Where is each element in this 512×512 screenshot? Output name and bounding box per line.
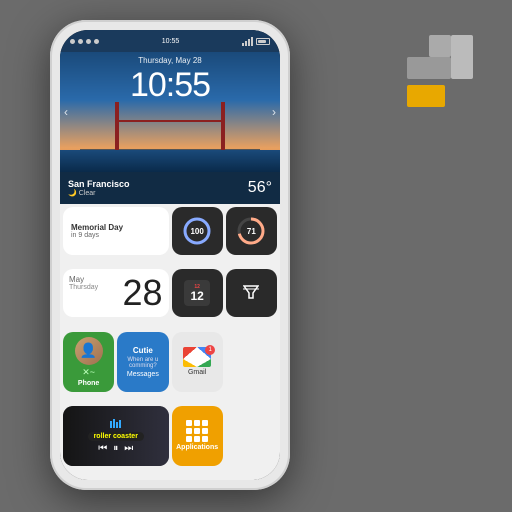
widget-calendar-mini[interactable]: 12 12 (172, 269, 223, 317)
moon-icon: 🌙 (68, 189, 77, 197)
widget-phone[interactable]: 👤 ✕~ Phone (63, 332, 114, 392)
messages-contact-name: Cutie (133, 346, 153, 355)
signal-bar-1 (242, 43, 244, 46)
phone-widget-label: Phone (78, 380, 99, 387)
gmail-widget-label: Gmail (188, 369, 206, 376)
signal-bar-3 (248, 39, 250, 46)
apps-grid-icon (186, 420, 208, 442)
widget-applications[interactable]: Applications (172, 406, 223, 466)
status-icons-right (242, 37, 270, 46)
nav-arrow-left[interactable]: ‹ (64, 105, 68, 119)
logo-block-3 (407, 57, 451, 79)
app-logo (387, 35, 477, 125)
missed-call-icon: ✕~ (82, 367, 95, 378)
apps-dot-3 (202, 420, 208, 426)
applications-label: Applications (176, 444, 218, 451)
bridge-tower-left (115, 102, 119, 152)
signal-bar-4 (251, 37, 253, 46)
pause-button[interactable]: ⏸ (113, 443, 118, 454)
calendar-mini-widget: 12 12 (184, 280, 210, 306)
bridge-cable (115, 120, 225, 122)
weather-temperature: 56° (248, 179, 272, 197)
ring-100-circle: 100 (182, 216, 212, 246)
apps-dot-8 (194, 436, 200, 442)
apps-dot-6 (202, 428, 208, 434)
hero-image: Thursday, May 28 10:55 ‹ › (60, 52, 280, 172)
signal-bar-2 (245, 41, 247, 46)
status-dot-1 (70, 39, 75, 44)
funnel-icon (243, 284, 259, 303)
logo-block-1 (429, 35, 451, 57)
widget-grid: Memorial Day in 9 days 100 (60, 204, 280, 480)
widget-filter[interactable] (226, 269, 277, 317)
calendar-big-number: 28 (122, 275, 162, 311)
apps-dot-1 (186, 420, 192, 426)
widget-ring-100[interactable]: 100 (172, 207, 223, 255)
calendar-mini-day: 12 (190, 290, 203, 302)
gmail-icon-container: 1 (183, 347, 211, 367)
next-button[interactable]: ⏭ (124, 443, 133, 454)
calendar-month: May (69, 275, 98, 284)
nav-arrow-right[interactable]: › (272, 105, 276, 119)
music-controls: ⏮ ⏸ ⏭ (98, 443, 133, 454)
weather-location: San Francisco (68, 179, 130, 189)
hero-date: Thursday, May 28 (60, 56, 280, 65)
calendar-dow: Thursday (69, 284, 98, 291)
phone-contact-avatar: 👤 (75, 337, 103, 365)
ring-100-value: 100 (190, 227, 203, 236)
apps-dot-5 (194, 428, 200, 434)
status-dot-4 (94, 39, 99, 44)
weather-strip: San Francisco 🌙 Clear 56° (60, 172, 280, 204)
signal-bars (242, 37, 253, 46)
apps-dot-9 (202, 436, 208, 442)
memorial-title: Memorial Day (71, 223, 123, 232)
equalizer-icon (110, 418, 122, 428)
widget-gmail[interactable]: 1 Gmail (172, 332, 223, 392)
music-eq-icon (110, 418, 122, 430)
apps-dot-7 (186, 436, 192, 442)
weather-condition: 🌙 Clear (68, 189, 130, 197)
widget-ring-71[interactable]: 71 (226, 207, 277, 255)
gmail-notification-badge: 1 (205, 345, 215, 355)
prev-button[interactable]: ⏮ (98, 443, 107, 454)
phone-device: 10:55 Thursday, May 28 10:55 (50, 20, 290, 490)
ring-71-circle: 71 (236, 216, 266, 246)
status-dot-3 (86, 39, 91, 44)
widget-memorial-day[interactable]: Memorial Day in 9 days (63, 207, 169, 255)
weather-location-group: San Francisco 🌙 Clear (68, 179, 130, 197)
logo-block-2 (451, 35, 473, 79)
widget-messages[interactable]: Cutie When are u comming? Messages (117, 332, 168, 392)
music-track-name: roller coaster (88, 432, 144, 441)
apps-dot-4 (186, 428, 192, 434)
widget-music[interactable]: roller coaster ⏮ ⏸ ⏭ (63, 406, 169, 466)
hero-time: 10:55 (60, 66, 280, 105)
status-time: 10:55 (162, 38, 180, 45)
logo-block-gold (407, 85, 445, 107)
messages-preview-text: When are u comming? (121, 357, 164, 369)
status-bar: 10:55 (60, 30, 280, 52)
messages-widget-label: Messages (127, 371, 159, 378)
battery-fill (258, 40, 266, 43)
widget-calendar-date[interactable]: May Thursday 28 (63, 269, 169, 317)
memorial-subtitle: in 9 days (71, 232, 99, 239)
funnel-svg (243, 284, 259, 300)
avatar-emoji: 👤 (80, 342, 97, 359)
bridge-tower-right (221, 102, 225, 152)
calendar-day-label: May Thursday (69, 275, 98, 291)
battery-icon (256, 38, 270, 45)
status-dot-2 (78, 39, 83, 44)
apps-dot-2 (194, 420, 200, 426)
bridge-water (60, 150, 280, 172)
phone-screen: 10:55 Thursday, May 28 10:55 (60, 30, 280, 480)
status-icons-left (70, 39, 99, 44)
ring-71-value: 71 (247, 227, 256, 236)
